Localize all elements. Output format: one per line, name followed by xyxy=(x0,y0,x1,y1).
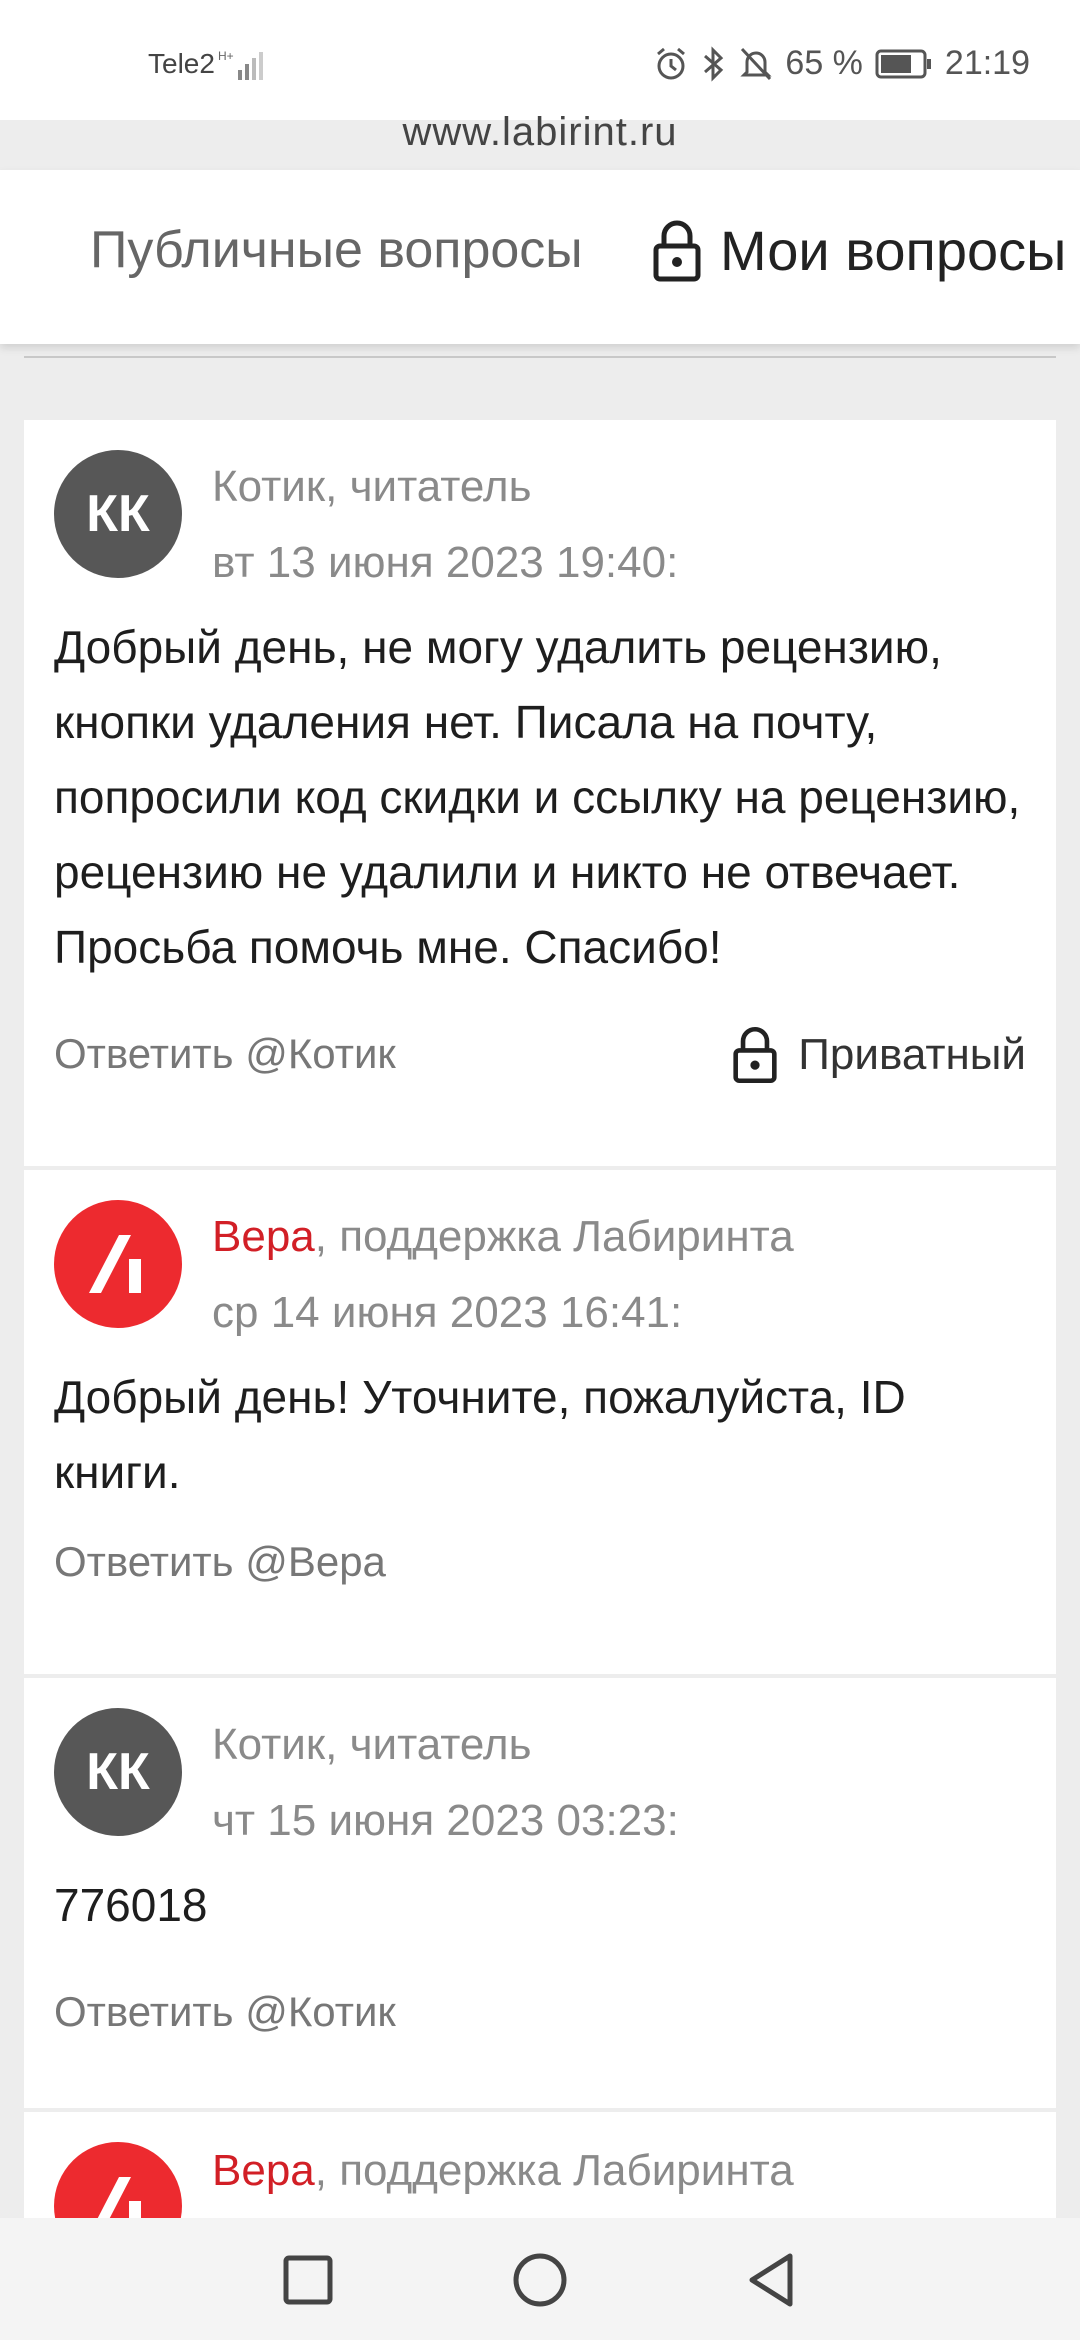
tab-my-questions-label: Мои вопросы xyxy=(720,219,1067,282)
labirint-logo-avatar xyxy=(54,1200,182,1328)
author-name: Вера xyxy=(212,1212,315,1261)
labirint-logo-icon xyxy=(89,1235,141,1293)
question-tabs: Публичные вопросы Мои вопросы xyxy=(0,170,1080,344)
message-date: вт 13 июня 2023 19:40: xyxy=(212,538,679,587)
message-date: ср 14 июня 2023 16:41: xyxy=(212,1288,683,1337)
signal-icon: H+ xyxy=(218,49,263,80)
message-text: Добрый день! Уточните, пожалуйста, ID кн… xyxy=(54,1371,906,1498)
alarm-icon xyxy=(657,47,686,79)
message-card: КК Котик, читатель вт 13 июня 2023 19:40… xyxy=(24,420,1056,1166)
message-author: Вера, поддержка Лабиринта xyxy=(212,2146,794,2196)
divider xyxy=(24,356,1056,358)
home-icon[interactable] xyxy=(508,2248,572,2312)
labirint-logo-icon xyxy=(97,2177,141,2218)
author-role: , поддержка Лабиринта xyxy=(314,1212,794,1261)
message-card: КК Котик, читатель чт 15 июня 2023 03:23… xyxy=(24,1678,1056,2108)
message-text: Добрый день, не могу удалить рецензию, к… xyxy=(54,621,1021,973)
reply-link[interactable]: Ответить @Котик xyxy=(54,1988,396,2036)
lock-icon xyxy=(733,1026,777,1084)
battery-icon xyxy=(875,49,931,78)
status-icons: 65 % 21:19 xyxy=(653,44,1030,83)
avatar-initials: КК xyxy=(86,485,150,543)
avatar: КК xyxy=(54,1708,182,1836)
author-name: Вера xyxy=(212,2146,315,2195)
avatar-initials: КК xyxy=(86,1743,150,1801)
message-author: Котик, читатель xyxy=(212,1720,532,1769)
carrier-label: Tele2 xyxy=(148,48,215,79)
message-author: Котик, читатель xyxy=(212,462,532,511)
avatar: КК xyxy=(54,450,182,578)
svg-text:H+: H+ xyxy=(218,49,234,63)
back-icon[interactable] xyxy=(740,2248,804,2312)
message-author: Вера, поддержка Лабиринта xyxy=(212,1212,794,1262)
message-card: Вера, поддержка Лабиринта ср 14 июня 202… xyxy=(24,1170,1056,1674)
mute-icon xyxy=(740,47,773,80)
recent-apps-icon[interactable] xyxy=(276,2248,340,2312)
address-bar-url[interactable]: www.labirint.ru xyxy=(0,110,1080,155)
bluetooth-icon xyxy=(704,45,724,82)
message-text: 776018 xyxy=(54,1879,208,1931)
private-indicator: Приватный xyxy=(732,1026,1026,1084)
tab-public-questions[interactable]: Публичные вопросы xyxy=(90,220,583,280)
message-card: Вера, поддержка Лабиринта xyxy=(24,2112,1056,2218)
author-role: , поддержка Лабиринта xyxy=(314,2146,794,2195)
navigation-bar xyxy=(0,2218,1080,2340)
clock: 21:19 xyxy=(944,44,1030,82)
private-label: Приватный xyxy=(798,1030,1026,1079)
reply-link[interactable]: Ответить @Вера xyxy=(54,1538,386,1586)
reply-link[interactable]: Ответить @Котик xyxy=(54,1030,396,1078)
lock-icon xyxy=(653,220,701,281)
battery-percent: 65 % xyxy=(785,44,863,82)
status-bar: Tele2 H+ 65 % 21:19 www.labirint.ru xyxy=(0,0,1080,154)
labirint-logo-avatar xyxy=(54,2142,182,2218)
tab-my-questions[interactable]: Мои вопросы xyxy=(652,218,1066,283)
message-date: чт 15 июня 2023 03:23: xyxy=(212,1796,679,1845)
